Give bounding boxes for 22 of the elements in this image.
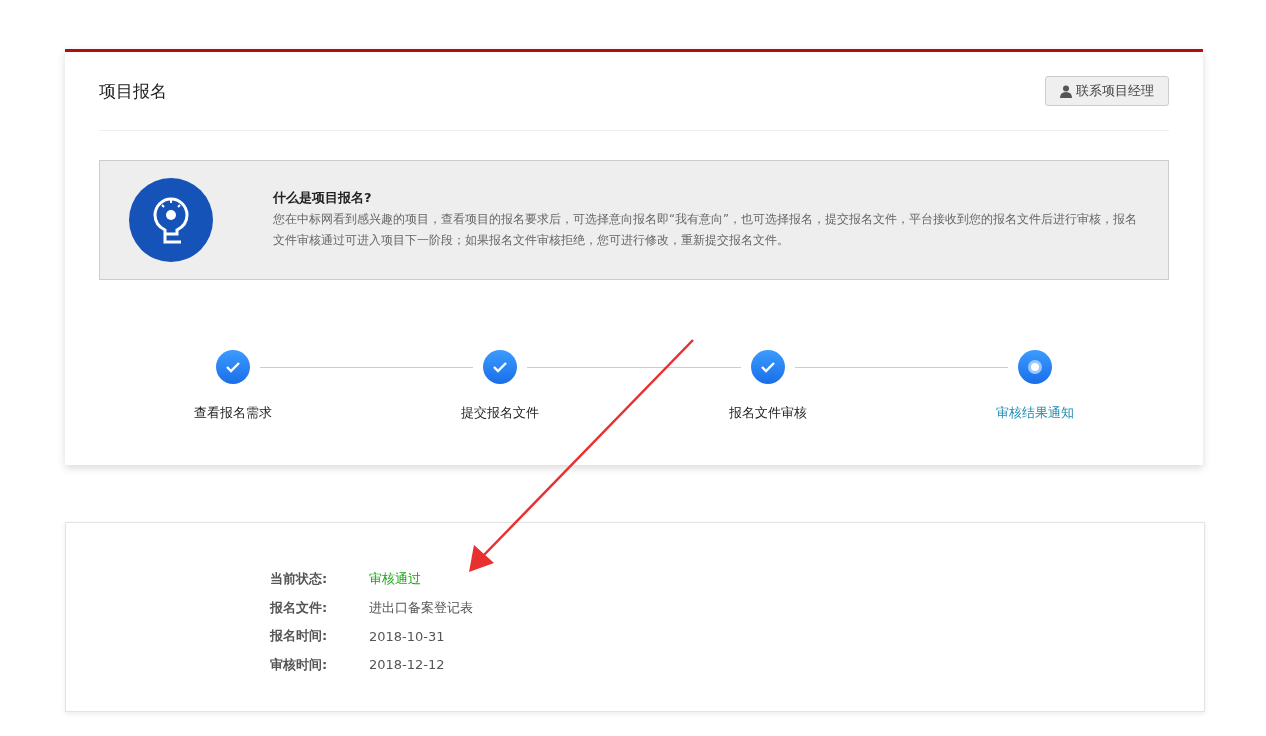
step-label: 查看报名需求 [193,404,272,422]
check-icon [492,361,509,373]
page-title: 项目报名 [99,79,167,103]
dot-icon [1027,359,1044,375]
detail-label: 审核时间: [270,655,329,674]
step-label: 审核结果通知 [996,404,1075,422]
person-icon [1060,84,1072,98]
detail-value: 2018-12-12 [369,657,445,673]
lightbulb-icon [129,178,213,262]
check-icon [224,361,241,373]
contact-manager-button[interactable]: 联系项目经理 [1045,76,1169,106]
detail-label: 报名时间: [270,627,329,646]
check-icon [759,361,776,373]
detail-label: 报名文件: [270,598,329,617]
detail-value: 进出口备案登记表 [369,598,473,617]
intro-heading: 什么是项目报名? [273,189,373,207]
detail-value: 2018-10-31 [369,628,445,644]
intro-text: 您在中标网看到感兴趣的项目，查看项目的报名要求后，可选择意向报名即“我有意向”，也可选择报名，提交报名文件，平台接收到您的报名文件后进行审核，报名文件审核通过可进入项目下一阶段；如果报名文件审核拒绝，您可进行修改，重新提交报名文件。 [273,211,1138,249]
detail-label: 当前状态: [270,570,329,589]
step-label: 报名文件审核 [728,404,807,422]
detail-value: 审核通过 [369,570,421,589]
step-label: 提交报名文件 [461,404,540,422]
